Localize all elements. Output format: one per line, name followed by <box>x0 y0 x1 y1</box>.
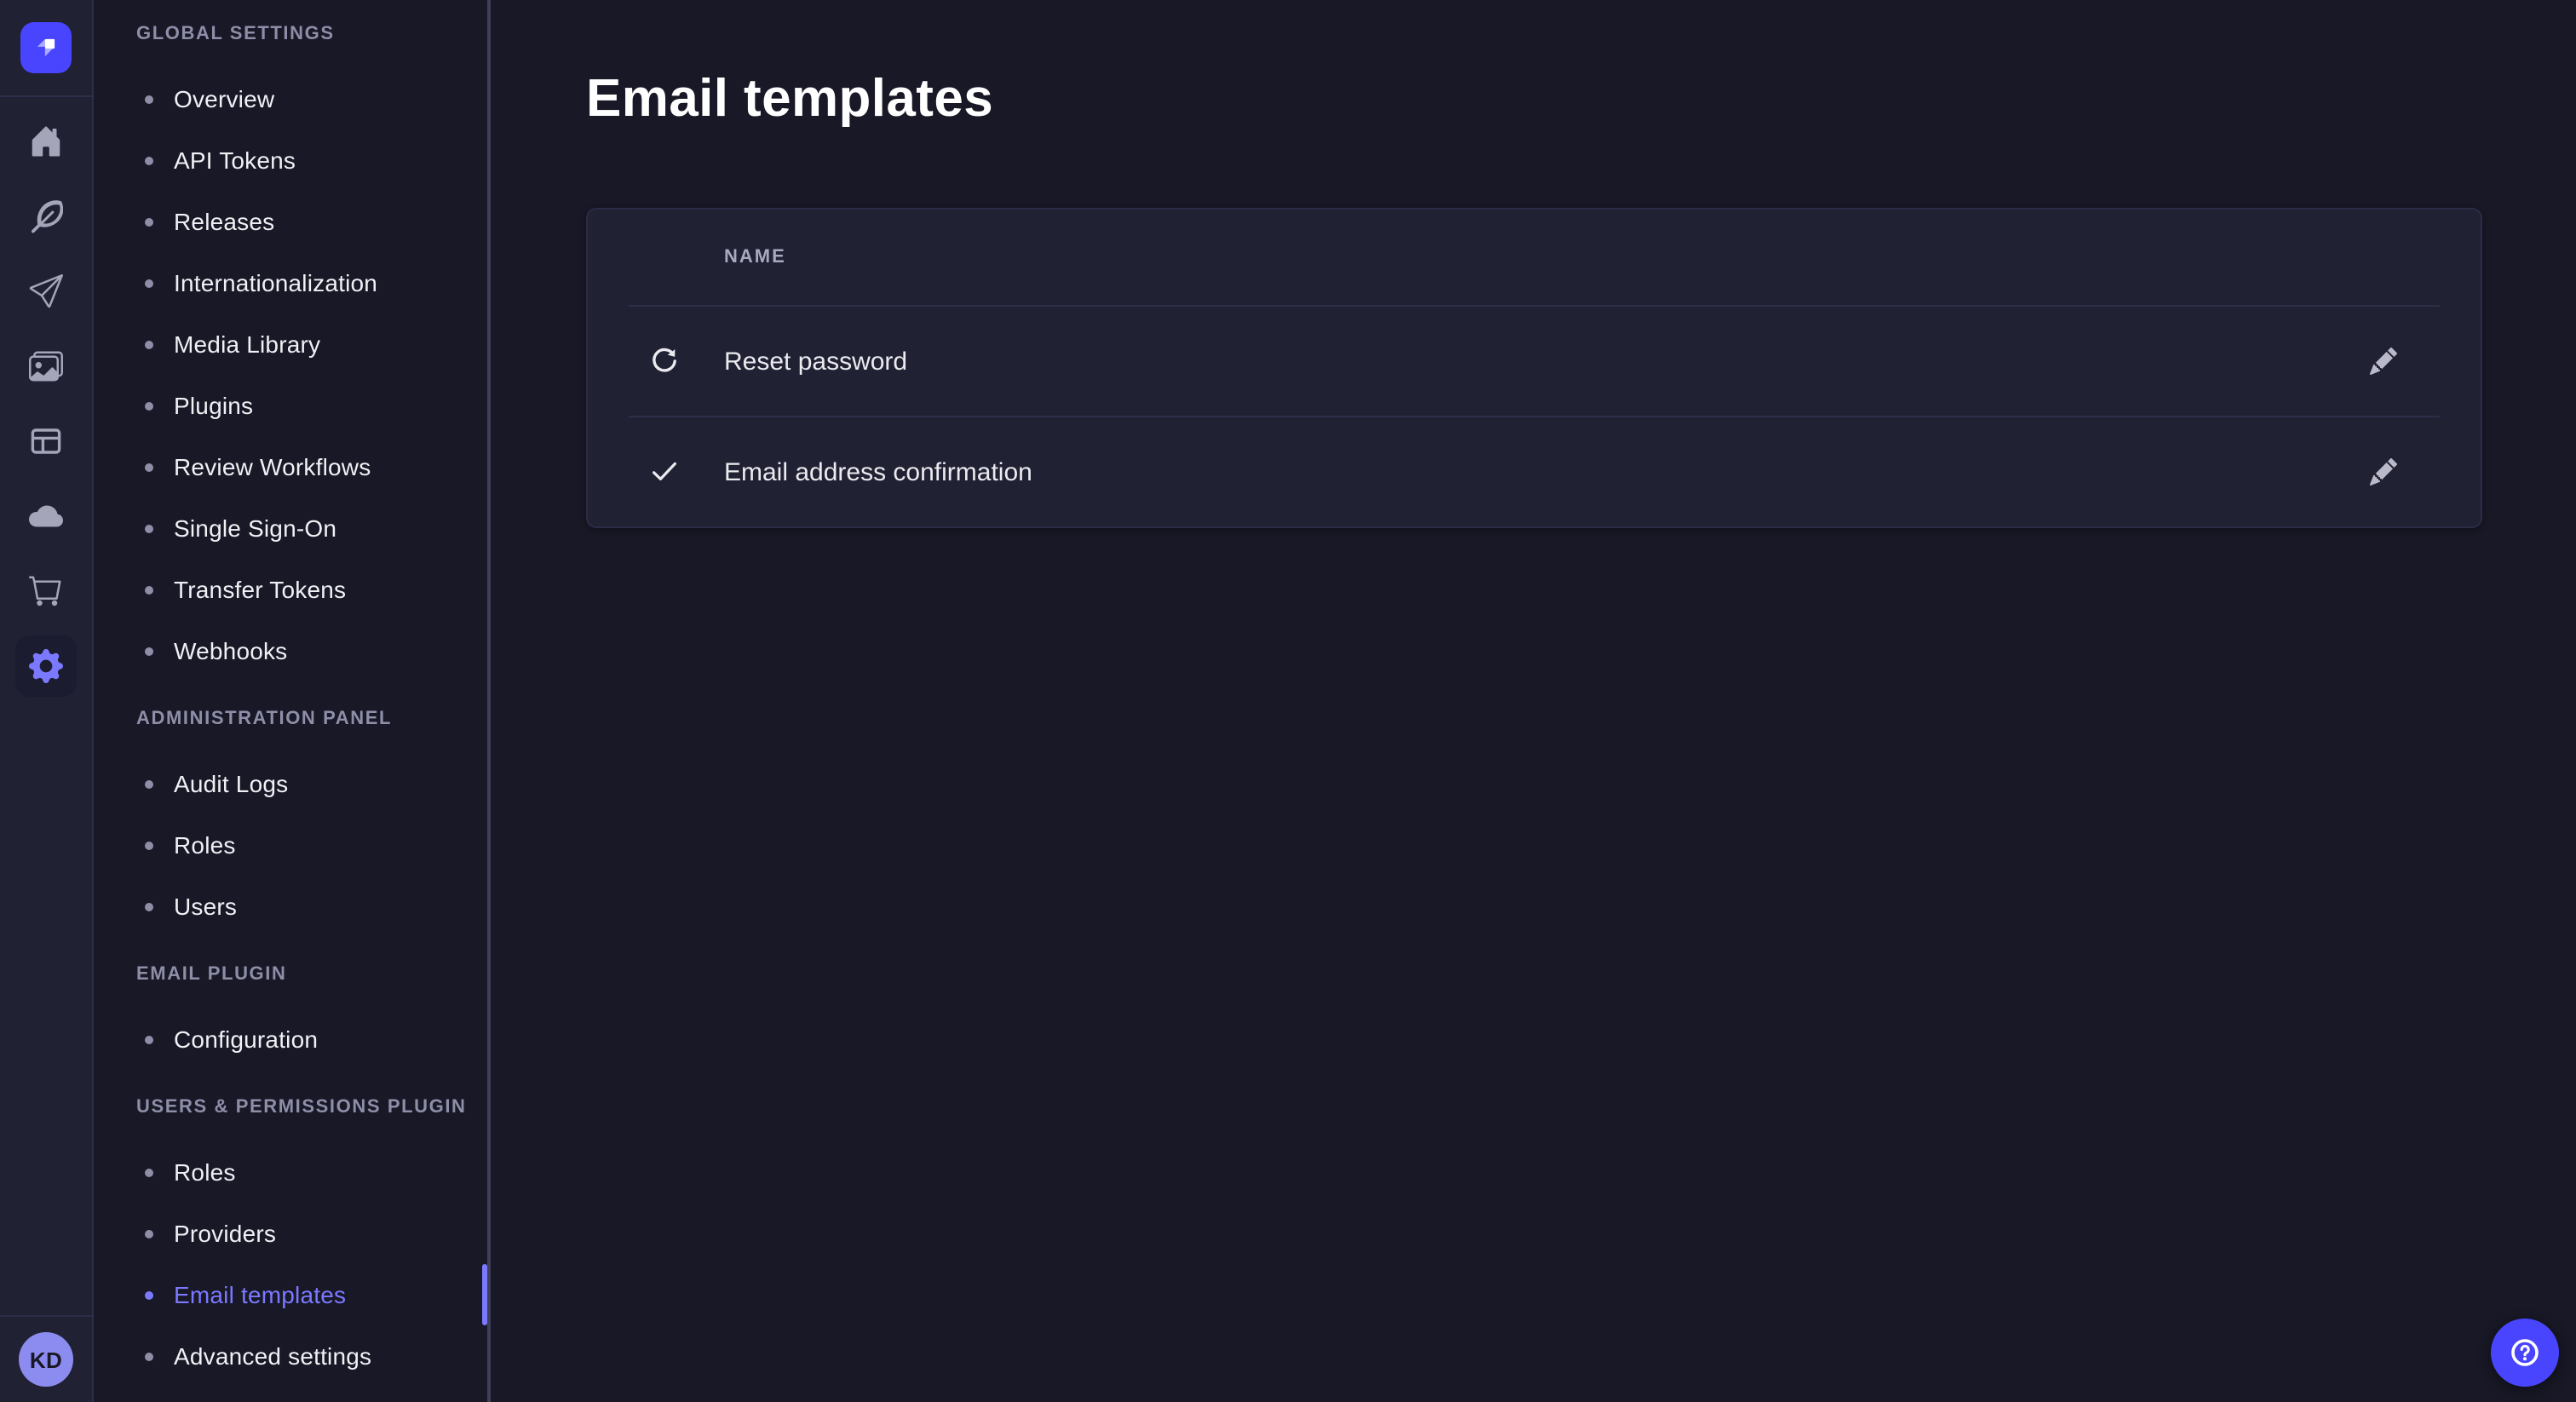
subnav-item-plugins[interactable]: Plugins <box>94 375 487 436</box>
subnav-item-label: Plugins <box>174 392 253 419</box>
user-avatar[interactable]: KD <box>19 1332 73 1387</box>
subnav-item-users[interactable]: Users <box>94 876 487 937</box>
subnav-item-configuration[interactable]: Configuration <box>94 1008 487 1070</box>
subnav-section-label: USERS & PERMISSIONS PLUGIN <box>94 1083 487 1131</box>
subnav-section-administration-panel: ADMINISTRATION PANEL Audit Logs Roles Users <box>94 695 487 937</box>
bullet-icon <box>145 401 153 410</box>
strapi-logo-icon <box>31 32 61 63</box>
settings-gear-icon[interactable] <box>15 635 77 697</box>
bullet-icon <box>145 902 153 911</box>
subnav-item-media-library[interactable]: Media Library <box>94 313 487 375</box>
bullet-icon <box>145 1168 153 1176</box>
subnav-item-label: API Tokens <box>174 147 296 174</box>
subnav-item-label: Media Library <box>174 330 320 358</box>
subnav-item-label: Review Workflows <box>174 453 371 480</box>
subnav-item-label: Advanced settings <box>174 1342 371 1370</box>
help-button[interactable] <box>2491 1319 2559 1387</box>
subnav-item-label: Webhooks <box>174 637 287 664</box>
bullet-icon <box>145 1290 153 1299</box>
bullet-icon <box>145 1352 153 1360</box>
question-mark-icon <box>2506 1334 2544 1371</box>
shopping-cart-icon[interactable] <box>15 560 77 622</box>
bullet-icon <box>145 1035 153 1043</box>
feather-pen-icon[interactable] <box>15 186 77 247</box>
subnav-item-label: Email templates <box>174 1281 346 1308</box>
edit-template-button[interactable] <box>2356 334 2411 388</box>
subnav-section-label: EMAIL PLUGIN <box>94 951 487 998</box>
subnav-item-audit-logs[interactable]: Audit Logs <box>94 753 487 814</box>
subnav-item-label: Transfer Tokens <box>174 576 346 603</box>
subnav-item-label: Internationalization <box>174 269 377 296</box>
subnav-item-label: Audit Logs <box>174 770 288 797</box>
subnav-item-label: Providers <box>174 1220 276 1247</box>
subnav-item-transfer-tokens[interactable]: Transfer Tokens <box>94 559 487 620</box>
bullet-icon <box>145 524 153 532</box>
edit-template-button[interactable] <box>2356 445 2411 499</box>
subnav-item-label: Users <box>174 893 237 920</box>
rail-bottom: KD <box>0 1315 92 1402</box>
subnav-item-label: Single Sign-On <box>174 514 336 542</box>
rail-nav <box>15 97 77 697</box>
table-row-email-address-confirmation[interactable]: Email address confirmation <box>588 417 2481 526</box>
subnav-item-providers[interactable]: Providers <box>94 1203 487 1264</box>
subnav-sections: GLOBAL SETTINGS Overview API Tokens Release… <box>94 10 487 1387</box>
app-window: KD GLOBAL SETTINGS Overview API Tokens Rele… <box>0 0 2576 1402</box>
active-item-indicator <box>482 1264 487 1325</box>
subnav-item-label: Roles <box>174 1158 236 1186</box>
subnav-item-advanced-settings[interactable]: Advanced settings <box>94 1325 487 1387</box>
main-content: Email templates NAME Reset password Email… <box>491 0 2576 1402</box>
paper-plane-icon[interactable] <box>15 261 77 322</box>
subnav-item-overview[interactable]: Overview <box>94 68 487 129</box>
bullet-icon <box>145 279 153 287</box>
refresh-icon <box>649 346 680 376</box>
bullet-icon <box>145 646 153 655</box>
subnav-item-releases[interactable]: Releases <box>94 191 487 252</box>
subnav-item-label: Overview <box>174 85 274 112</box>
subnav-item-label: Releases <box>174 208 274 235</box>
layout-panel-icon[interactable] <box>15 411 77 472</box>
home-icon[interactable] <box>15 111 77 172</box>
subnav-section-users-permissions-plugin: USERS & PERMISSIONS PLUGIN Roles Providers… <box>94 1083 487 1387</box>
page-title: Email templates <box>586 68 2482 129</box>
media-images-icon[interactable] <box>15 336 77 397</box>
check-icon <box>649 457 680 487</box>
bullet-icon <box>145 156 153 164</box>
subnav-section-email-plugin: EMAIL PLUGIN Configuration <box>94 951 487 1070</box>
subnav-item-roles[interactable]: Roles <box>94 1141 487 1203</box>
table-row-reset-password[interactable]: Reset password <box>588 307 2481 416</box>
templates-table-body: Reset password Email address confirmation <box>588 307 2481 526</box>
subnav-item-label: Configuration <box>174 1026 318 1053</box>
strapi-logo[interactable] <box>20 22 72 73</box>
subnav-item-single-sign-on[interactable]: Single Sign-On <box>94 497 487 559</box>
main-nav-rail: KD <box>0 0 94 1402</box>
logo-zone <box>0 0 92 97</box>
bullet-icon <box>145 841 153 849</box>
bullet-icon <box>145 463 153 471</box>
subnav-item-webhooks[interactable]: Webhooks <box>94 620 487 681</box>
subnav-item-review-workflows[interactable]: Review Workflows <box>94 436 487 497</box>
subnav-item-internationalization[interactable]: Internationalization <box>94 252 487 313</box>
bullet-icon <box>145 779 153 788</box>
bullet-icon <box>145 95 153 103</box>
subnav-item-roles[interactable]: Roles <box>94 814 487 876</box>
template-name: Email address confirmation <box>724 457 1032 486</box>
subnav-item-api-tokens[interactable]: API Tokens <box>94 129 487 191</box>
subnav-section-global-settings: GLOBAL SETTINGS Overview API Tokens Release… <box>94 10 487 681</box>
table-header: NAME <box>588 210 2481 305</box>
cloud-icon[interactable] <box>15 486 77 547</box>
template-name: Reset password <box>724 347 907 376</box>
bullet-icon <box>145 585 153 594</box>
bullet-icon <box>145 217 153 226</box>
subnav-section-label: ADMINISTRATION PANEL <box>94 695 487 743</box>
settings-subnav: GLOBAL SETTINGS Overview API Tokens Release… <box>94 0 491 1402</box>
subnav-section-label: GLOBAL SETTINGS <box>94 10 487 58</box>
subnav-item-email-templates[interactable]: Email templates <box>94 1264 487 1325</box>
email-templates-table: NAME Reset password Email address confirm… <box>586 208 2482 528</box>
name-column-header: NAME <box>724 247 786 267</box>
subnav-item-label: Roles <box>174 831 236 859</box>
bullet-icon <box>145 340 153 348</box>
bullet-icon <box>145 1229 153 1238</box>
